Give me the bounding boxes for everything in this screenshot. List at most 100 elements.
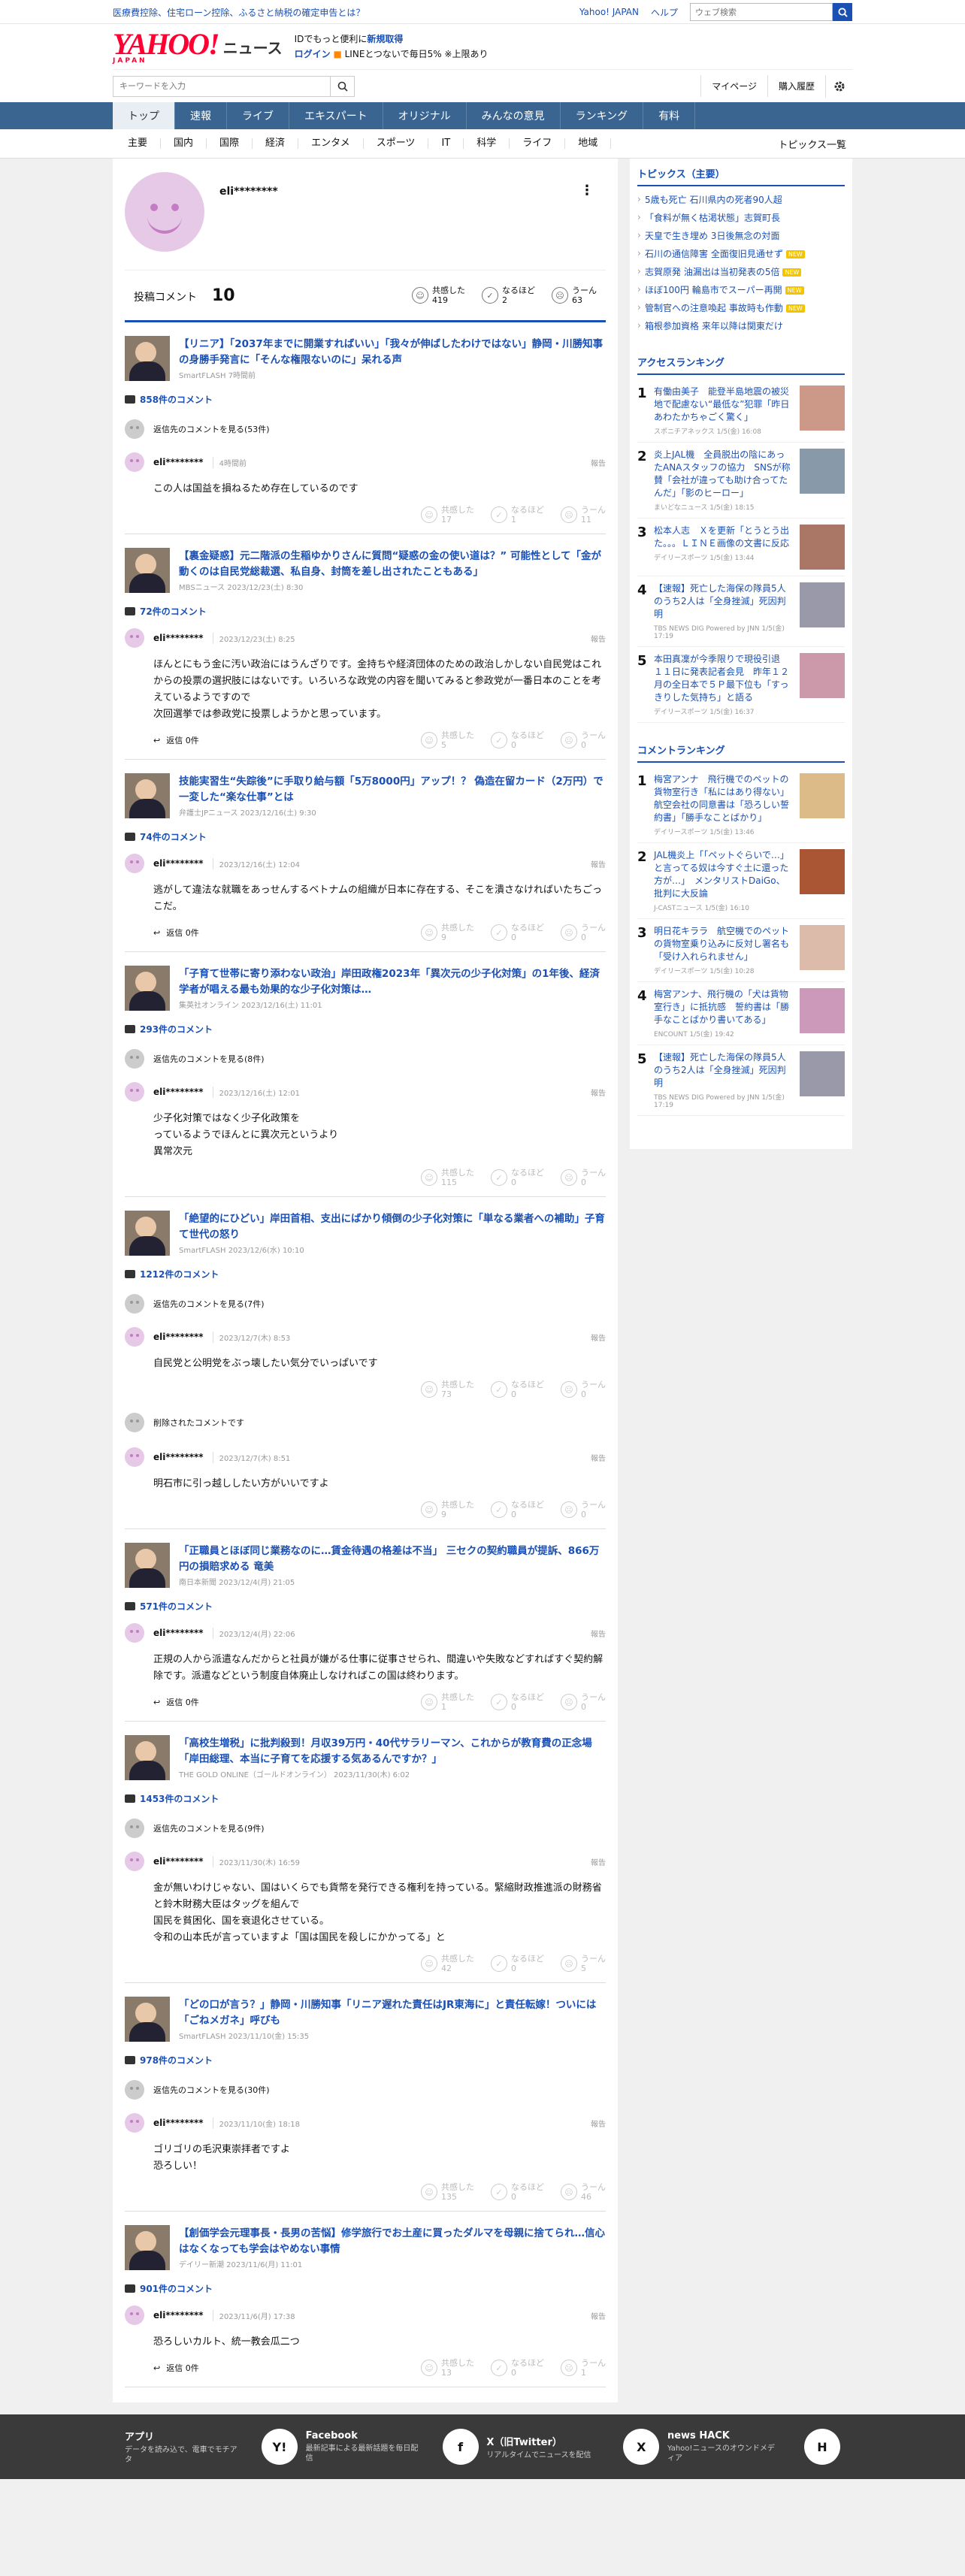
naruhodo-button[interactable]: ✓ なるほど 0 bbox=[491, 2182, 544, 2202]
uun-button[interactable]: ☹ うーん 0 bbox=[561, 1692, 606, 1712]
comment-count-link[interactable]: 858件のコメント bbox=[125, 393, 606, 406]
reply-parent-link[interactable]: 返信先のコメントを見る(8件) bbox=[125, 1043, 606, 1079]
naruhodo-button[interactable]: ✓ なるほど 0 bbox=[491, 923, 544, 942]
news-search-button[interactable] bbox=[331, 75, 355, 97]
empathy-button[interactable]: ☺ 共感した 9 bbox=[421, 1500, 474, 1519]
footer-x[interactable]: X（旧Twitter） リアルタイムでニュースを配信 X bbox=[486, 2429, 660, 2465]
ranking-item[interactable]: 3 松本人志 Ｘを更新「とうとう出た。。。ＬＩＮＥ画像の文書に反応 デイリースポーツ… bbox=[637, 519, 845, 576]
topic-link[interactable]: 管制官への注意喚起 事故時も作動NEW bbox=[637, 299, 845, 317]
uun-button[interactable]: ☹ うーん 0 bbox=[561, 730, 606, 750]
login-link[interactable]: ログイン bbox=[295, 49, 331, 59]
article-thumbnail[interactable] bbox=[125, 2225, 170, 2270]
web-search-button[interactable] bbox=[833, 3, 852, 21]
comment-count-link[interactable]: 978件のコメント bbox=[125, 2054, 606, 2067]
category-main[interactable]: 主要 bbox=[113, 138, 162, 149]
topic-link[interactable]: 天皇で生き埋め 3日後無念の対面 bbox=[637, 227, 845, 245]
help-link[interactable]: ヘルプ bbox=[651, 6, 678, 19]
naruhodo-button[interactable]: ✓ なるほど 0 bbox=[491, 1380, 544, 1399]
comment-count-link[interactable]: 571件のコメント bbox=[125, 1600, 606, 1613]
report-link[interactable]: 報告 bbox=[591, 858, 606, 869]
yahoo-japan-link[interactable]: Yahoo! JAPAN bbox=[579, 7, 639, 17]
settings-button[interactable] bbox=[825, 74, 852, 98]
article-thumbnail[interactable] bbox=[125, 966, 170, 1011]
reply-button[interactable]: ↩ 返信 0件 bbox=[153, 734, 199, 746]
report-link[interactable]: 報告 bbox=[591, 2310, 606, 2321]
ranking-item[interactable]: 1 有働由美子 能登半島地震の被災地で配慮ない“最低な”犯罪「昨日あわたかちゃごく… bbox=[637, 379, 845, 443]
reply-parent-link[interactable]: 返信先のコメントを見る(9件) bbox=[125, 1813, 606, 1849]
mypage-button[interactable]: マイページ bbox=[700, 75, 767, 97]
report-link[interactable]: 報告 bbox=[591, 2118, 606, 2129]
uun-button[interactable]: ☹ うーん 0 bbox=[561, 1380, 606, 1399]
comment-count-link[interactable]: 293件のコメント bbox=[125, 1023, 606, 1036]
uun-button[interactable]: ☹ うーん 5 bbox=[561, 1954, 606, 1973]
uun-button[interactable]: ☹ うーん 0 bbox=[561, 1500, 606, 1519]
comment-username[interactable]: eli******** bbox=[153, 858, 204, 869]
article-title[interactable]: 【裏金疑惑】元二階派の生稲ゆかりさんに質問“疑惑の金の使い道は？” 可能性として… bbox=[179, 550, 601, 578]
ranking-item[interactable]: 2 JAL機炎上「「ペットぐらいで…」と言ってる奴は今すぐ土に還った方が…」 メン… bbox=[637, 843, 845, 919]
article-title[interactable]: 【創価学会元理事長・長男の苦悩】修学旅行でお土産に買ったダルマを母親に捨てられ…… bbox=[179, 2227, 605, 2255]
news-search-input[interactable] bbox=[113, 75, 331, 97]
topic-link[interactable]: 石川の通信障害 全面復旧見通せずNEW bbox=[637, 245, 845, 263]
comment-count-link[interactable]: 72件のコメント bbox=[125, 605, 606, 618]
empathy-button[interactable]: ☺ 共感した 135 bbox=[421, 2182, 474, 2202]
naruhodo-button[interactable]: ✓ なるほど 0 bbox=[491, 2358, 544, 2378]
empathy-button[interactable]: ☺ 共感した 17 bbox=[421, 505, 474, 525]
article-title[interactable]: 「高校生増税」に批判殺到！月収39万円・40代サラリーマン、これからが教育費の正… bbox=[179, 1737, 592, 1765]
article-title[interactable]: 【リニア】「2037年までに開業すればいい」「我々が伸ばしたわけではない」静岡・… bbox=[179, 338, 603, 366]
empathy-button[interactable]: ☺ 共感した 1 bbox=[421, 1692, 474, 1712]
uun-button[interactable]: ☹ うーん 1 bbox=[561, 2358, 606, 2378]
uun-button[interactable]: ☹ うーん 0 bbox=[561, 923, 606, 942]
purchase-history-button[interactable]: 購入履歴 bbox=[767, 75, 825, 97]
web-search-input[interactable] bbox=[690, 3, 833, 21]
footer-facebook[interactable]: Facebook 最新記事による最新話題を毎日配信 f bbox=[306, 2429, 479, 2465]
comment-username[interactable]: eli******** bbox=[153, 2118, 204, 2128]
yahoo-logo[interactable]: YAHOO! JAPAN bbox=[113, 29, 220, 65]
comment-username[interactable]: eli******** bbox=[153, 1628, 204, 1638]
ranking-item[interactable]: 4 【速報】死亡した海保の隊員5人のうち2人は「全身挫滅」死因判明 TBS NEWS… bbox=[637, 576, 845, 647]
comment-username[interactable]: eli******** bbox=[153, 1087, 204, 1097]
report-link[interactable]: 報告 bbox=[591, 1452, 606, 1463]
empathy-button[interactable]: ☺ 共感した 42 bbox=[421, 1954, 474, 1973]
comment-count-link[interactable]: 901件のコメント bbox=[125, 2282, 606, 2295]
reply-parent-link[interactable]: 返信先のコメントを見る(7件) bbox=[125, 1288, 606, 1324]
article-title[interactable]: 「子育て世帯に寄り添わない政治」岸田政権2023年「異次元の少子化対策」の1年後… bbox=[179, 968, 600, 996]
more-menu-icon[interactable]: ⋮ bbox=[580, 183, 594, 198]
category-world[interactable]: 国際 bbox=[207, 138, 253, 149]
empathy-button[interactable]: ☺ 共感した 9 bbox=[421, 923, 474, 942]
report-link[interactable]: 報告 bbox=[591, 457, 606, 468]
reply-parent-link[interactable]: 返信先のコメントを見る(53件) bbox=[125, 413, 606, 449]
report-link[interactable]: 報告 bbox=[591, 1332, 606, 1343]
tax-notice-link[interactable]: 医療費控除、住宅ローン控除、ふるさと納税の確定申告とは？ bbox=[113, 6, 365, 19]
comment-username[interactable]: eli******** bbox=[153, 1452, 204, 1462]
ranking-item[interactable]: 1 梅宮アンナ 飛行機でのペットの貨物室行き「私にはあり得ない」航空会社の同意書は… bbox=[637, 767, 845, 843]
topic-link[interactable]: 「食料が無く枯渇状態」志賀町長 bbox=[637, 209, 845, 227]
reply-button[interactable]: ↩ 返信 0件 bbox=[153, 1696, 199, 1708]
comment-username[interactable]: eli******** bbox=[153, 633, 204, 643]
uun-button[interactable]: ☹ うーん 46 bbox=[561, 2182, 606, 2202]
topic-link[interactable]: 志賀原発 油漏出は当初発表の5倍NEW bbox=[637, 263, 845, 281]
reply-parent-link[interactable]: 返信先のコメントを見る(30件) bbox=[125, 2074, 606, 2110]
footer-app[interactable]: アプリ データを読み込で、電車でモチアタ Y! bbox=[125, 2429, 298, 2465]
category-sports[interactable]: スポーツ bbox=[364, 138, 429, 149]
nav-live[interactable]: ライブ bbox=[227, 102, 289, 129]
category-local[interactable]: 地域 bbox=[565, 138, 612, 149]
nav-opinion[interactable]: みんなの意見 bbox=[467, 102, 561, 129]
article-title[interactable]: 技能実習生“失踪後”に手取り給与額「5万8000円」アップ！？ 偽造在留カード（… bbox=[179, 776, 604, 803]
comment-username[interactable]: eli******** bbox=[153, 457, 204, 467]
article-thumbnail[interactable] bbox=[125, 1543, 170, 1588]
nav-expert[interactable]: エキスパート bbox=[289, 102, 383, 129]
signup-link[interactable]: 新規取得 bbox=[367, 34, 403, 44]
topic-link[interactable]: ほぼ100円 輪島市でスーパー再開NEW bbox=[637, 281, 845, 299]
nav-original[interactable]: オリジナル bbox=[383, 102, 467, 129]
uun-button[interactable]: ☹ うーん 11 bbox=[561, 505, 606, 525]
naruhodo-button[interactable]: ✓ なるほど 0 bbox=[491, 1168, 544, 1187]
comment-username[interactable]: eli******** bbox=[153, 1332, 204, 1342]
empathy-button[interactable]: ☺ 共感した 115 bbox=[421, 1168, 474, 1187]
reply-button[interactable]: ↩ 返信 0件 bbox=[153, 927, 199, 939]
category-economy[interactable]: 経済 bbox=[253, 138, 299, 149]
naruhodo-button[interactable]: ✓ なるほど 0 bbox=[491, 1500, 544, 1519]
naruhodo-button[interactable]: ✓ なるほど 0 bbox=[491, 1692, 544, 1712]
article-title[interactable]: 「絶望的にひどい」岸田首相、支出にばかり傾倒の少子化対策に「単なる業者への補助」… bbox=[179, 1213, 605, 1241]
report-link[interactable]: 報告 bbox=[591, 1628, 606, 1639]
topic-link[interactable]: 5歳も死亡 石川県内の死者90人超 bbox=[637, 191, 845, 209]
